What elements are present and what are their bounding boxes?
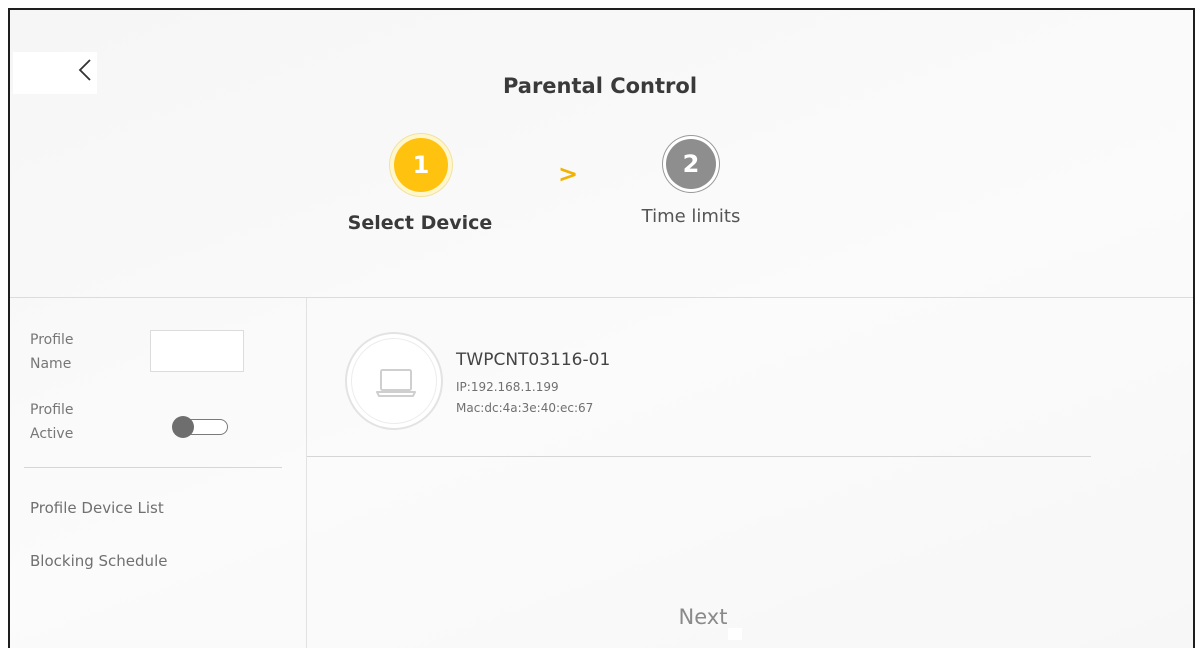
wizard-window: Parental Control 1 > 2 Select Device Tim…: [8, 8, 1195, 648]
device-avatar-ring: [351, 338, 437, 424]
next-button[interactable]: Next: [628, 604, 778, 630]
laptop-icon: [376, 369, 416, 397]
profile-active-toggle[interactable]: [172, 416, 230, 438]
device-row-divider: [307, 456, 1091, 457]
next-button-overlay: [728, 628, 742, 640]
device-name: TWPCNT03116-01: [456, 350, 611, 370]
sidebar-divider: [306, 298, 307, 648]
page-title: Parental Control: [502, 74, 698, 98]
toggle-knob: [172, 416, 194, 438]
step-2-label: Time limits: [641, 206, 741, 227]
step-1-indicator: 1: [394, 138, 448, 192]
sidebar-item-blocking-schedule[interactable]: Blocking Schedule: [30, 552, 167, 570]
step-separator-icon: >: [558, 160, 579, 188]
back-button[interactable]: [74, 56, 98, 84]
chevron-left-icon: [78, 59, 91, 81]
profile-active-label: Profile Active: [30, 402, 74, 442]
step-2-indicator: 2: [666, 139, 716, 189]
step-2-number: 2: [682, 150, 700, 178]
sidebar-item-profile-device-list[interactable]: Profile Device List: [30, 499, 164, 517]
device-avatar[interactable]: [345, 332, 443, 430]
profile-name-label: Profile Name: [30, 332, 74, 372]
step-1-label: Select Device: [347, 212, 493, 234]
device-mac: Mac:dc:4a:3e:40:ec:67: [456, 401, 594, 415]
header-divider: [10, 297, 1193, 298]
sidebar-section-divider: [24, 467, 282, 468]
device-ip: IP:192.168.1.199: [456, 380, 559, 394]
profile-name-input[interactable]: [150, 330, 244, 372]
step-1-number: 1: [412, 151, 430, 179]
